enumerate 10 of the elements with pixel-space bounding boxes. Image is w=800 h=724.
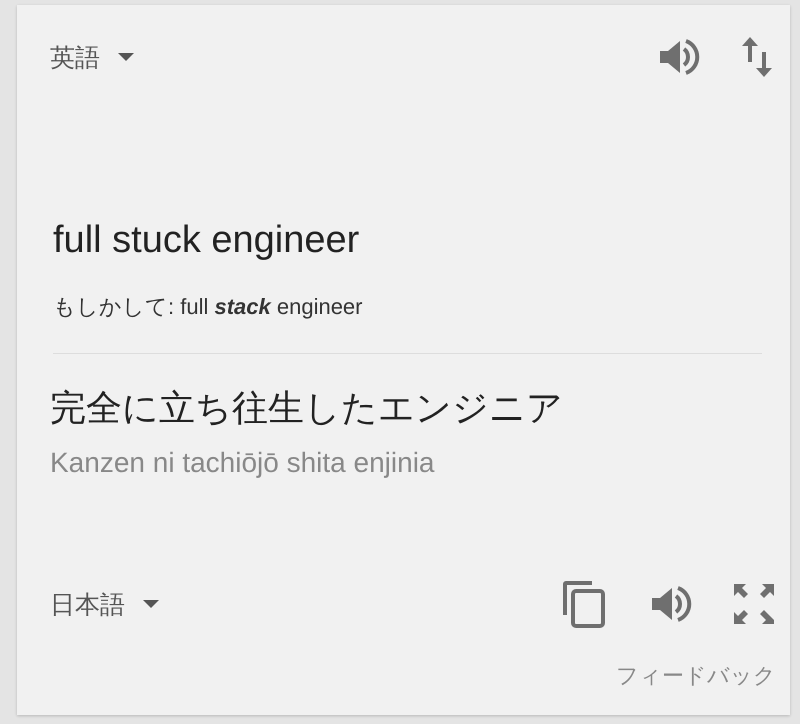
source-language-dropdown[interactable]: 英語 (50, 40, 136, 74)
caret-icon (141, 599, 161, 609)
target-language-dropdown[interactable]: 日本語 (50, 588, 161, 620)
source-text: full stuck engineer (52, 219, 360, 262)
fullscreen-icon[interactable] (732, 582, 776, 626)
translated-text: 完全に立ち往生したエンジニア (50, 386, 564, 430)
did-you-mean-text[interactable]: もしかして: full stack engineer (53, 294, 362, 319)
romanization-text: Kanzen ni tachiōjō shita enjinia (50, 447, 436, 479)
copy-icon[interactable] (560, 579, 608, 629)
caret-icon (116, 52, 136, 62)
